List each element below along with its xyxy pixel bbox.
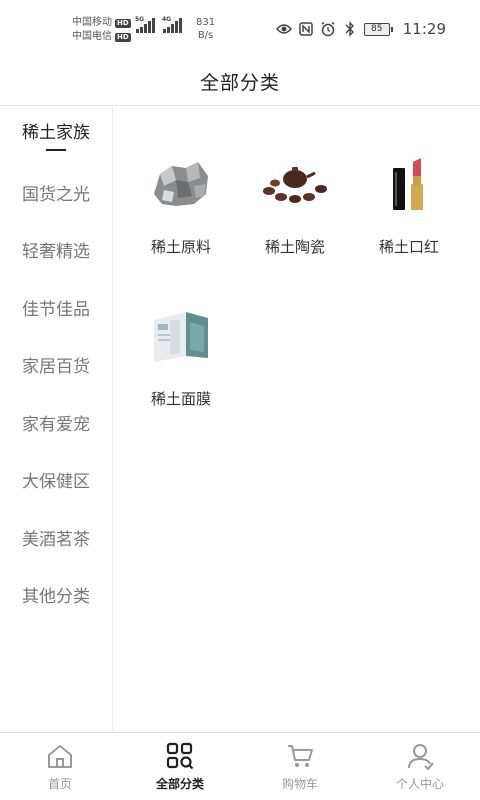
tab-profile[interactable]: 个人中心 xyxy=(360,733,480,800)
mineral-ore-icon xyxy=(141,144,221,224)
product-name: 稀土口红 xyxy=(378,238,439,256)
home-icon xyxy=(45,741,75,771)
sidebar-item-health[interactable]: 大保健区 xyxy=(0,451,112,509)
sidebar-item-rare-earth-family[interactable]: 稀土家族 xyxy=(0,106,112,164)
tab-label: 首页 xyxy=(47,777,72,791)
net-speed-value: 831 xyxy=(196,17,216,28)
sidebar-item-label: 美酒茗茶 xyxy=(22,529,90,550)
sidebar-item-other[interactable]: 其他分类 xyxy=(0,566,112,624)
signal-4g-icon: 4G xyxy=(162,16,182,33)
tab-label: 购物车 xyxy=(281,777,318,791)
nfc-icon xyxy=(298,21,314,37)
lipstick-icon xyxy=(369,144,449,224)
alarm-icon xyxy=(320,21,336,37)
sidebar-item-light-luxury[interactable]: 轻奢精选 xyxy=(0,221,112,279)
net-speed-unit: B/s xyxy=(197,30,214,41)
product-name: 稀土面膜 xyxy=(150,390,211,408)
eye-icon xyxy=(275,21,292,37)
product-card-face-mask[interactable]: 稀土面膜 xyxy=(121,296,241,409)
product-card-ceramics[interactable]: 稀土陶瓷 xyxy=(235,144,355,257)
sidebar-item-wine-tea[interactable]: 美酒茗茶 xyxy=(0,509,112,567)
signal-4g-tag: 4G xyxy=(162,16,172,23)
status-bar: 中国移动 HD 中国电信 HD 5G 4G 831 B/s 85 11:29 xyxy=(0,0,480,58)
tab-label: 个人中心 xyxy=(395,777,444,791)
page-title: 全部分类 xyxy=(199,72,280,94)
product-name: 稀土原料 xyxy=(150,238,211,256)
signal-strength: 5G 4G xyxy=(135,16,182,33)
net-speed: 831 B/s xyxy=(196,16,215,42)
tab-home[interactable]: 首页 xyxy=(0,733,120,800)
tab-label: 全部分类 xyxy=(155,777,204,791)
sidebar-item-label: 国货之光 xyxy=(22,184,90,205)
bluetooth-icon xyxy=(342,21,358,37)
hd-badge-2: HD xyxy=(115,32,131,42)
battery-icon: 85 xyxy=(363,22,393,36)
sidebar-item-label: 家有爱宠 xyxy=(22,414,90,435)
sidebar-item-label: 轻奢精选 xyxy=(22,242,90,263)
sidebar-item-label: 大保健区 xyxy=(22,472,90,493)
product-card-lipstick[interactable]: 稀土口红 xyxy=(349,144,469,257)
signal-5g-icon: 5G xyxy=(135,16,155,33)
product-grid: 稀土原料 稀土陶瓷 稀土口红 稀土面膜 xyxy=(114,106,480,732)
category-sidebar: 稀土家族 国货之光 轻奢精选 佳节佳品 家居百货 家有爱宠 大保健区 美酒茗茶 … xyxy=(0,106,113,732)
tab-all-categories[interactable]: 全部分类 xyxy=(120,733,240,800)
sidebar-item-pets[interactable]: 家有爱宠 xyxy=(0,394,112,452)
product-name: 稀土陶瓷 xyxy=(264,238,325,256)
category-icon xyxy=(165,741,195,771)
face-mask-box-icon xyxy=(141,296,221,376)
sidebar-item-label: 家居百货 xyxy=(22,357,90,378)
status-right-icons: 85 11:29 xyxy=(275,20,446,38)
hd-badge-1: HD xyxy=(115,18,131,28)
status-time: 11:29 xyxy=(402,20,446,38)
bottom-tab-bar: 首页 全部分类 购物车 个人中心 xyxy=(0,732,480,800)
carrier-1: 中国移动 xyxy=(72,17,112,28)
signal-5g-tag: 5G xyxy=(135,16,145,23)
tea-set-icon xyxy=(255,144,335,224)
sidebar-item-label: 稀土家族 xyxy=(22,123,90,144)
carrier-2: 中国电信 xyxy=(72,31,112,42)
sidebar-item-national-brands[interactable]: 国货之光 xyxy=(0,164,112,222)
tab-cart[interactable]: 购物车 xyxy=(240,733,360,800)
battery-level: 85 xyxy=(371,24,383,34)
user-icon xyxy=(405,741,435,771)
product-card-raw-material[interactable]: 稀土原料 xyxy=(121,144,241,257)
page-header: 全部分类 xyxy=(0,58,480,106)
cart-icon xyxy=(285,741,315,771)
sidebar-item-label: 其他分类 xyxy=(22,587,90,608)
sidebar-item-label: 佳节佳品 xyxy=(22,299,90,320)
sidebar-item-home-goods[interactable]: 家居百货 xyxy=(0,336,112,394)
carrier-info: 中国移动 HD 中国电信 HD xyxy=(72,16,131,44)
sidebar-item-festival-goods[interactable]: 佳节佳品 xyxy=(0,279,112,337)
active-indicator xyxy=(46,149,66,152)
